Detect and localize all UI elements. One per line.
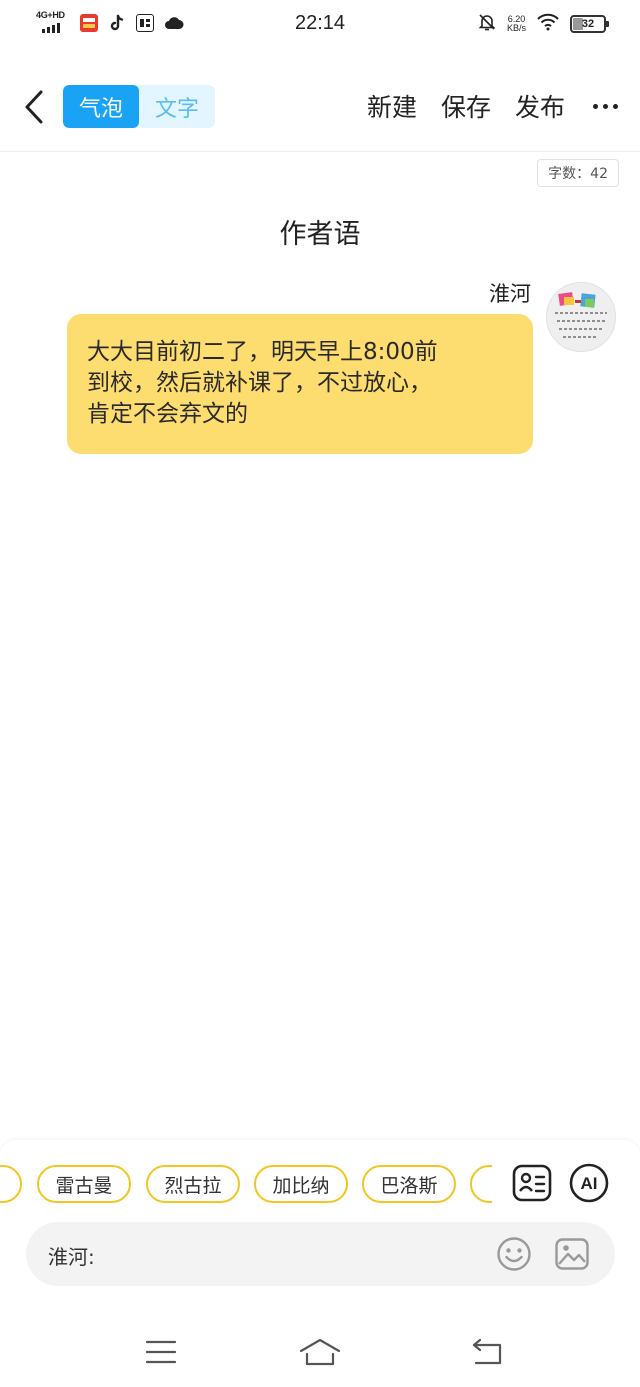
ai-button[interactable]: AI: [568, 1162, 610, 1204]
network-speed: 6.20 KB/s: [507, 15, 526, 33]
message-input[interactable]: 淮河:: [26, 1222, 615, 1286]
return-icon: [472, 1338, 502, 1365]
contact-card-icon: [512, 1164, 552, 1202]
smiley-icon: [497, 1237, 531, 1271]
character-chip-partial[interactable]: [0, 1165, 22, 1203]
menu-button[interactable]: [137, 1332, 185, 1372]
system-nav-bar: [0, 1312, 640, 1387]
compose-panel: 雷古曼 烈古拉 加比纳 巴洛斯 AI 淮河:: [0, 1140, 640, 1312]
new-button[interactable]: 新建: [367, 88, 417, 124]
message-bubble[interactable]: 大大目前初二了，明天早上8:00前 到校，然后就补课了，不过放心， 肯定不会弃文…: [67, 314, 533, 454]
message-line: 到校，然后就补课了，不过放心，: [87, 370, 432, 396]
page-title: 作者语: [279, 219, 361, 250]
bell-off-icon: [477, 12, 497, 36]
battery-icon: 32: [570, 15, 609, 33]
back-nav-button[interactable]: [464, 1332, 512, 1372]
image-icon: [555, 1238, 589, 1270]
mode-toggle: 气泡 文字: [63, 85, 215, 128]
status-bar: 4G+HD 22:14 6.20 KB/s 32: [0, 0, 640, 52]
home-button[interactable]: [296, 1332, 344, 1372]
image-button[interactable]: [554, 1236, 590, 1272]
back-button[interactable]: [14, 84, 54, 130]
message-line: 肯定不会弃文的: [87, 401, 248, 427]
editor-toolbar: 气泡 文字 新建 保存 发布: [0, 62, 640, 152]
speed-unit: KB/s: [506, 23, 526, 33]
wifi-icon: [536, 13, 560, 35]
character-chip[interactable]: 烈古拉: [146, 1165, 240, 1203]
word-count-badge: 字数：42: [537, 159, 619, 187]
character-card-button[interactable]: [511, 1162, 553, 1204]
save-button[interactable]: 保存: [441, 88, 491, 124]
character-chip[interactable]: 加比纳: [254, 1165, 348, 1203]
tab-bubble[interactable]: 气泡: [63, 85, 139, 128]
ai-icon: AI: [569, 1163, 609, 1203]
message-line: 大大目前初二了，明天早上8:00前: [87, 339, 438, 365]
avatar-image: [547, 283, 615, 351]
character-chip[interactable]: 巴洛斯: [362, 1165, 456, 1203]
character-chip[interactable]: 雷古曼: [37, 1165, 131, 1203]
avatar[interactable]: [546, 282, 616, 352]
toolbar-actions: 新建 保存 发布: [343, 88, 618, 124]
more-icon[interactable]: [593, 91, 618, 121]
publish-button[interactable]: 发布: [515, 88, 565, 124]
character-list[interactable]: 雷古曼 烈古拉 加比纳 巴洛斯: [0, 1165, 492, 1205]
input-speaker-prefix: 淮河:: [48, 1245, 95, 1269]
chevron-left-icon: [25, 90, 43, 124]
tab-text[interactable]: 文字: [139, 85, 215, 128]
home-icon: [299, 1338, 341, 1366]
battery-level: 32: [581, 18, 595, 30]
character-chip-partial[interactable]: [470, 1165, 492, 1203]
emoji-button[interactable]: [496, 1236, 532, 1272]
status-right: 6.20 KB/s 32: [477, 12, 609, 36]
menu-icon: [145, 1340, 177, 1364]
ai-label: AI: [581, 1174, 598, 1193]
speaker-name: 淮河: [489, 282, 531, 306]
